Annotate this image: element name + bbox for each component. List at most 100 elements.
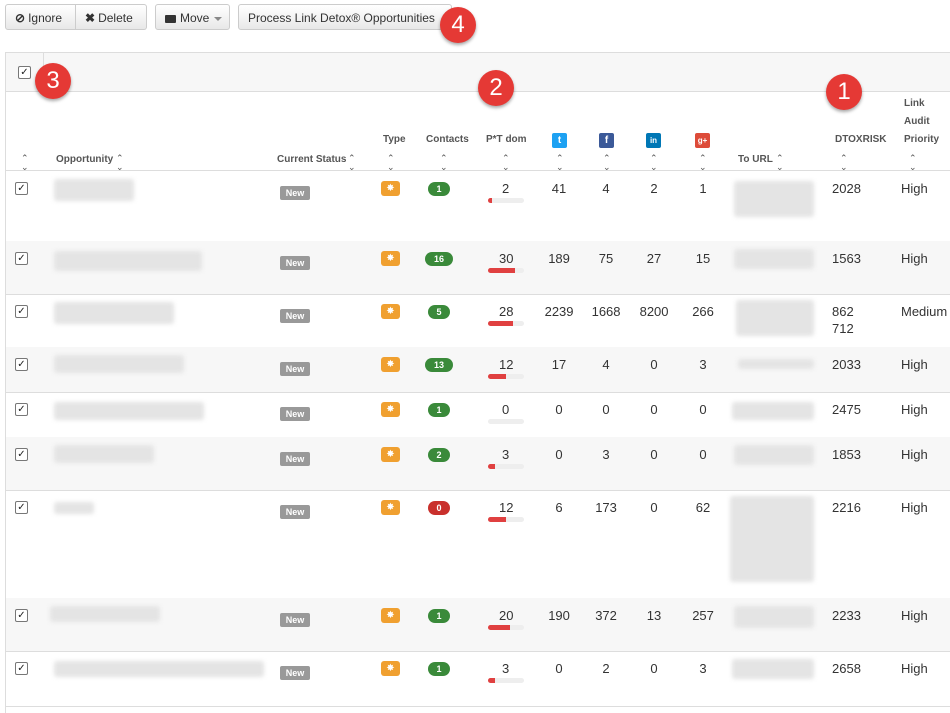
process-opportunities-button[interactable]: Process Link Detox® Opportunities [238,4,452,30]
header-contacts[interactable]: Contacts [426,134,469,145]
ptdom-value: 3 [502,447,510,462]
google-plus-icon[interactable]: g+ [695,133,710,148]
contacts-badge[interactable]: 1 [428,403,450,417]
sort-icon-type[interactable]: ⌃ ⌄ [387,154,395,172]
opportunity-link-redacted[interactable] [54,445,154,463]
ptdom-bar [488,464,524,469]
opportunity-link-redacted[interactable] [54,179,134,201]
sort-icon-twitter[interactable]: ⌃ ⌄ [556,154,564,172]
opportunity-link-redacted[interactable] [50,606,160,622]
contacts-badge[interactable]: 5 [428,305,450,319]
facebook-count: 173 [595,500,617,515]
dtoxrisk-value: 1563 [832,251,861,266]
contacts-badge[interactable]: 13 [425,358,453,372]
priority-value: High [901,500,928,515]
table-row[interactable]: ✓ New ✸ 2 3 0 3 0 0 1853 High [6,437,950,491]
opportunity-link-redacted[interactable] [54,251,202,271]
contacts-badge[interactable]: 2 [428,448,450,462]
header-link-audit-priority-1[interactable]: Link [904,98,925,109]
opportunity-link-redacted[interactable] [54,402,204,420]
header-type[interactable]: Type [383,134,406,145]
table-row[interactable]: ✓ New ✸ 1 20 190 372 13 257 2233 High [6,598,950,652]
table-row[interactable]: ✓ New ✸ 1 3 0 2 0 3 2658 High [6,651,950,707]
to-url-redacted[interactable] [734,606,814,628]
sort-icon-opportunity[interactable]: ⌃ ⌄ [116,154,124,172]
table-row[interactable]: ✓ New ✸ 0 12 6 173 0 62 2216 High [6,490,950,599]
delete-button[interactable]: ✖ Delete [76,4,147,30]
select-all-checkbox[interactable]: ✓ [18,66,31,79]
opportunity-link-redacted[interactable] [54,302,174,324]
header-ptdom[interactable]: P*T dom [486,134,527,145]
twitter-icon[interactable]: t [552,133,567,148]
ptdom-value: 3 [502,661,510,676]
move-dropdown-button[interactable]: Move [155,4,230,30]
row-checkbox[interactable]: ✓ [15,305,28,318]
facebook-icon[interactable]: f [599,133,614,148]
header-opportunity[interactable]: Opportunity [56,154,113,165]
sort-icon-google[interactable]: ⌃ ⌄ [699,154,707,172]
facebook-count: 1668 [591,304,621,319]
ptdom-bar-fill [488,464,496,469]
google-count: 3 [699,357,707,372]
linkedin-count: 8200 [639,304,669,319]
sort-icon-facebook[interactable]: ⌃ ⌄ [603,154,611,172]
facebook-count: 0 [602,402,610,417]
sort-icon-select[interactable]: ⌃ ⌄ [21,154,29,172]
to-url-redacted[interactable] [734,181,814,217]
contacts-badge[interactable]: 1 [428,609,450,623]
dtoxrisk-value: 862 [832,304,854,319]
type-icon: ✸ [381,608,400,623]
table-row[interactable]: ✓ New ✸ 5 28 2239 1668 8200 266 862 712 Medium [6,294,950,348]
table-row[interactable]: ✓ New ✸ 1 0 0 0 0 0 2475 High [6,392,950,438]
header-to-url[interactable]: To URL [738,154,773,165]
to-url-redacted[interactable] [734,249,814,269]
row-checkbox[interactable]: ✓ [15,609,28,622]
to-url-redacted[interactable] [736,300,814,336]
row-checkbox[interactable]: ✓ [15,662,28,675]
status-badge: New [280,666,310,680]
header-dtoxrisk[interactable]: DTOXRISK [835,134,887,145]
row-checkbox[interactable]: ✓ [15,252,28,265]
contacts-badge[interactable]: 16 [425,252,453,266]
sort-icon-linkedin[interactable]: ⌃ ⌄ [650,154,658,172]
ptdom-bar [488,268,524,273]
header-current-status[interactable]: Current Status [277,154,346,165]
ptdom-value: 0 [502,402,510,417]
contacts-badge[interactable]: 0 [428,501,450,515]
to-url-redacted[interactable] [732,402,814,420]
ban-icon: ⊘ [15,11,26,25]
sort-icon-dtoxrisk[interactable]: ⌃ ⌄ [840,154,848,172]
ptdom-bar [488,678,524,683]
opportunity-link-redacted[interactable] [54,661,264,677]
contacts-badge[interactable]: 1 [428,182,450,196]
ptdom-bar-fill [488,625,510,630]
to-url-redacted[interactable] [732,659,814,679]
table-row[interactable]: ✓ New ✸ 13 12 17 4 0 3 2033 High [6,347,950,393]
google-count: 0 [699,447,707,462]
table-row[interactable]: ✓ New ✸ 16 30 189 75 27 15 1563 High [6,241,950,295]
ignore-button[interactable]: ⊘ Ignore [5,4,76,30]
opportunity-link-redacted[interactable] [54,502,94,514]
to-url-redacted[interactable] [730,496,814,582]
linkedin-icon[interactable]: in [646,133,661,148]
header-link-audit-priority-2[interactable]: Audit [904,116,930,127]
sort-icon-contacts[interactable]: ⌃ ⌄ [440,154,448,172]
to-url-redacted[interactable] [738,359,814,369]
row-checkbox[interactable]: ✓ [15,358,28,371]
process-label: Process Link Detox® Opportunities [248,11,435,25]
row-checkbox[interactable]: ✓ [15,448,28,461]
row-checkbox[interactable]: ✓ [15,182,28,195]
table-row[interactable]: ✓ New ✸ 1 2 41 4 2 1 2028 High [6,171,950,242]
contacts-badge[interactable]: 1 [428,662,450,676]
sort-icon-ptdom[interactable]: ⌃ ⌄ [502,154,510,172]
sort-icon-status[interactable]: ⌃ ⌄ [348,154,356,172]
row-checkbox[interactable]: ✓ [15,501,28,514]
row-checkbox[interactable]: ✓ [15,403,28,416]
header-link-audit-priority-3[interactable]: Priority [904,134,939,145]
sort-icon-priority[interactable]: ⌃ ⌄ [909,154,917,172]
to-url-redacted[interactable] [734,445,814,465]
ptdom-bar-fill [488,198,492,203]
sort-icon-to-url[interactable]: ⌃ ⌄ [776,154,784,172]
opportunity-link-redacted[interactable] [54,355,184,373]
twitter-count: 0 [555,402,563,417]
